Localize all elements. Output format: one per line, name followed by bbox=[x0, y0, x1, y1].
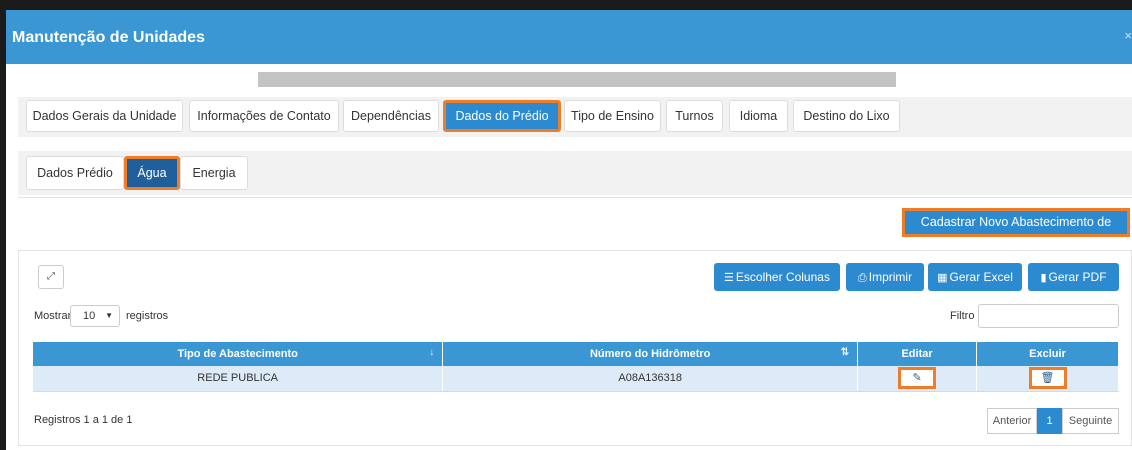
sort-icon: ↓ bbox=[429, 347, 435, 358]
sort-icon: ⇅ bbox=[840, 347, 850, 358]
tab-destino-lixo[interactable]: Destino do Lixo bbox=[793, 100, 900, 132]
pagination-next[interactable]: Seguinte bbox=[1062, 408, 1119, 434]
imprimir-label: Imprimir bbox=[868, 270, 913, 284]
imprimir-button[interactable]: ⎙ Imprimir bbox=[846, 263, 924, 291]
tab-turnos[interactable]: Turnos bbox=[666, 100, 723, 132]
table-icon: ▦ bbox=[937, 272, 948, 284]
modal-title: Manutenção de Unidades bbox=[12, 29, 205, 46]
cell-excluir: 🗑 bbox=[976, 366, 1119, 392]
modal-header: Manutenção de Unidades × bbox=[6, 10, 1132, 64]
gerar-excel-button[interactable]: ▦ Gerar Excel bbox=[928, 263, 1022, 291]
cadastrar-abastecimento-button[interactable]: Cadastrar Novo Abastecimento de Água bbox=[902, 208, 1130, 252]
gerar-excel-label: Gerar Excel bbox=[949, 270, 1013, 284]
file-icon: ▮ bbox=[1040, 272, 1047, 284]
list-icon: ☰ bbox=[724, 272, 734, 284]
chevron-down-icon: ▼ bbox=[105, 311, 113, 320]
cell-tipo: REDE PUBLICA bbox=[33, 366, 444, 392]
close-icon[interactable]: × bbox=[1124, 28, 1132, 43]
filter-input[interactable] bbox=[978, 304, 1119, 328]
abastecimento-table: Tipo de Abastecimento ↓ Número do Hidrôme… bbox=[33, 342, 1119, 392]
column-header-excluir: Excluir bbox=[976, 342, 1119, 366]
expand-icon[interactable]: ⤢ bbox=[38, 265, 64, 289]
tab-dependencias[interactable]: Dependências bbox=[343, 100, 439, 132]
column-header-tipo[interactable]: Tipo de Abastecimento ↓ bbox=[33, 342, 444, 366]
main-tab-bar: Dados Gerais da Unidade Informações de C… bbox=[18, 97, 1132, 137]
delete-button[interactable]: 🗑 bbox=[1028, 367, 1067, 390]
gerar-pdf-label: Gerar PDF bbox=[1048, 270, 1107, 284]
tab-dados-gerais[interactable]: Dados Gerais da Unidade bbox=[26, 100, 183, 132]
column-header-tipo-label: Tipo de Abastecimento bbox=[177, 348, 298, 360]
length-suffix-label: registros bbox=[126, 310, 169, 322]
tab-tipo-ensino[interactable]: Tipo de Ensino bbox=[564, 100, 661, 132]
escolher-colunas-label: Escolher Colunas bbox=[735, 270, 830, 284]
print-icon: ⎙ bbox=[857, 272, 867, 284]
trash-icon: 🗑 bbox=[1040, 372, 1055, 385]
pagination-previous[interactable]: Anterior bbox=[987, 408, 1037, 434]
page-length-select[interactable]: 10 ▼ bbox=[70, 305, 120, 327]
subtab-dados-predio[interactable]: Dados Prédio bbox=[26, 156, 124, 190]
edit-button[interactable]: ✎ bbox=[898, 367, 937, 390]
length-prefix-label: Mostrar bbox=[34, 310, 72, 322]
pagination-page-1[interactable]: 1 bbox=[1037, 408, 1062, 434]
redacted-school-info-bar bbox=[258, 72, 896, 87]
cell-editar: ✎ bbox=[857, 366, 978, 392]
gerar-pdf-button[interactable]: ▮ Gerar PDF bbox=[1028, 263, 1119, 291]
page-length-value: 10 bbox=[83, 310, 96, 322]
subtab-agua[interactable]: Água bbox=[124, 156, 180, 190]
pencil-icon: ✎ bbox=[912, 372, 922, 385]
window-left-border bbox=[0, 0, 6, 450]
tab-idioma[interactable]: Idioma bbox=[729, 100, 788, 132]
sub-tab-bar: Dados Prédio Água Energia bbox=[18, 151, 1132, 195]
table-header-row: Tipo de Abastecimento ↓ Número do Hidrôme… bbox=[33, 342, 1119, 366]
column-header-hidrometro[interactable]: Número do Hidrômetro ⇅ bbox=[442, 342, 859, 366]
filter-label: Filtro bbox=[950, 310, 975, 322]
table-row: REDE PUBLICA A08A136318 ✎ 🗑 bbox=[33, 366, 1119, 392]
window-top-border bbox=[0, 0, 1132, 10]
column-header-hidrometro-label: Número do Hidrômetro bbox=[589, 348, 711, 360]
tab-informacoes-contato[interactable]: Informações de Contato bbox=[189, 100, 339, 132]
tab-dados-predio[interactable]: Dados do Prédio bbox=[443, 100, 561, 132]
cell-hidrometro: A08A136318 bbox=[442, 366, 859, 392]
subtab-energia[interactable]: Energia bbox=[180, 156, 248, 190]
escolher-colunas-button[interactable]: ☰ Escolher Colunas bbox=[714, 263, 840, 291]
modal-window: Manutenção de Unidades × Dados Gerais da… bbox=[0, 0, 1132, 450]
records-info: Registros 1 a 1 de 1 bbox=[34, 414, 133, 426]
column-header-editar: Editar bbox=[857, 342, 978, 366]
section-divider bbox=[18, 197, 1132, 198]
